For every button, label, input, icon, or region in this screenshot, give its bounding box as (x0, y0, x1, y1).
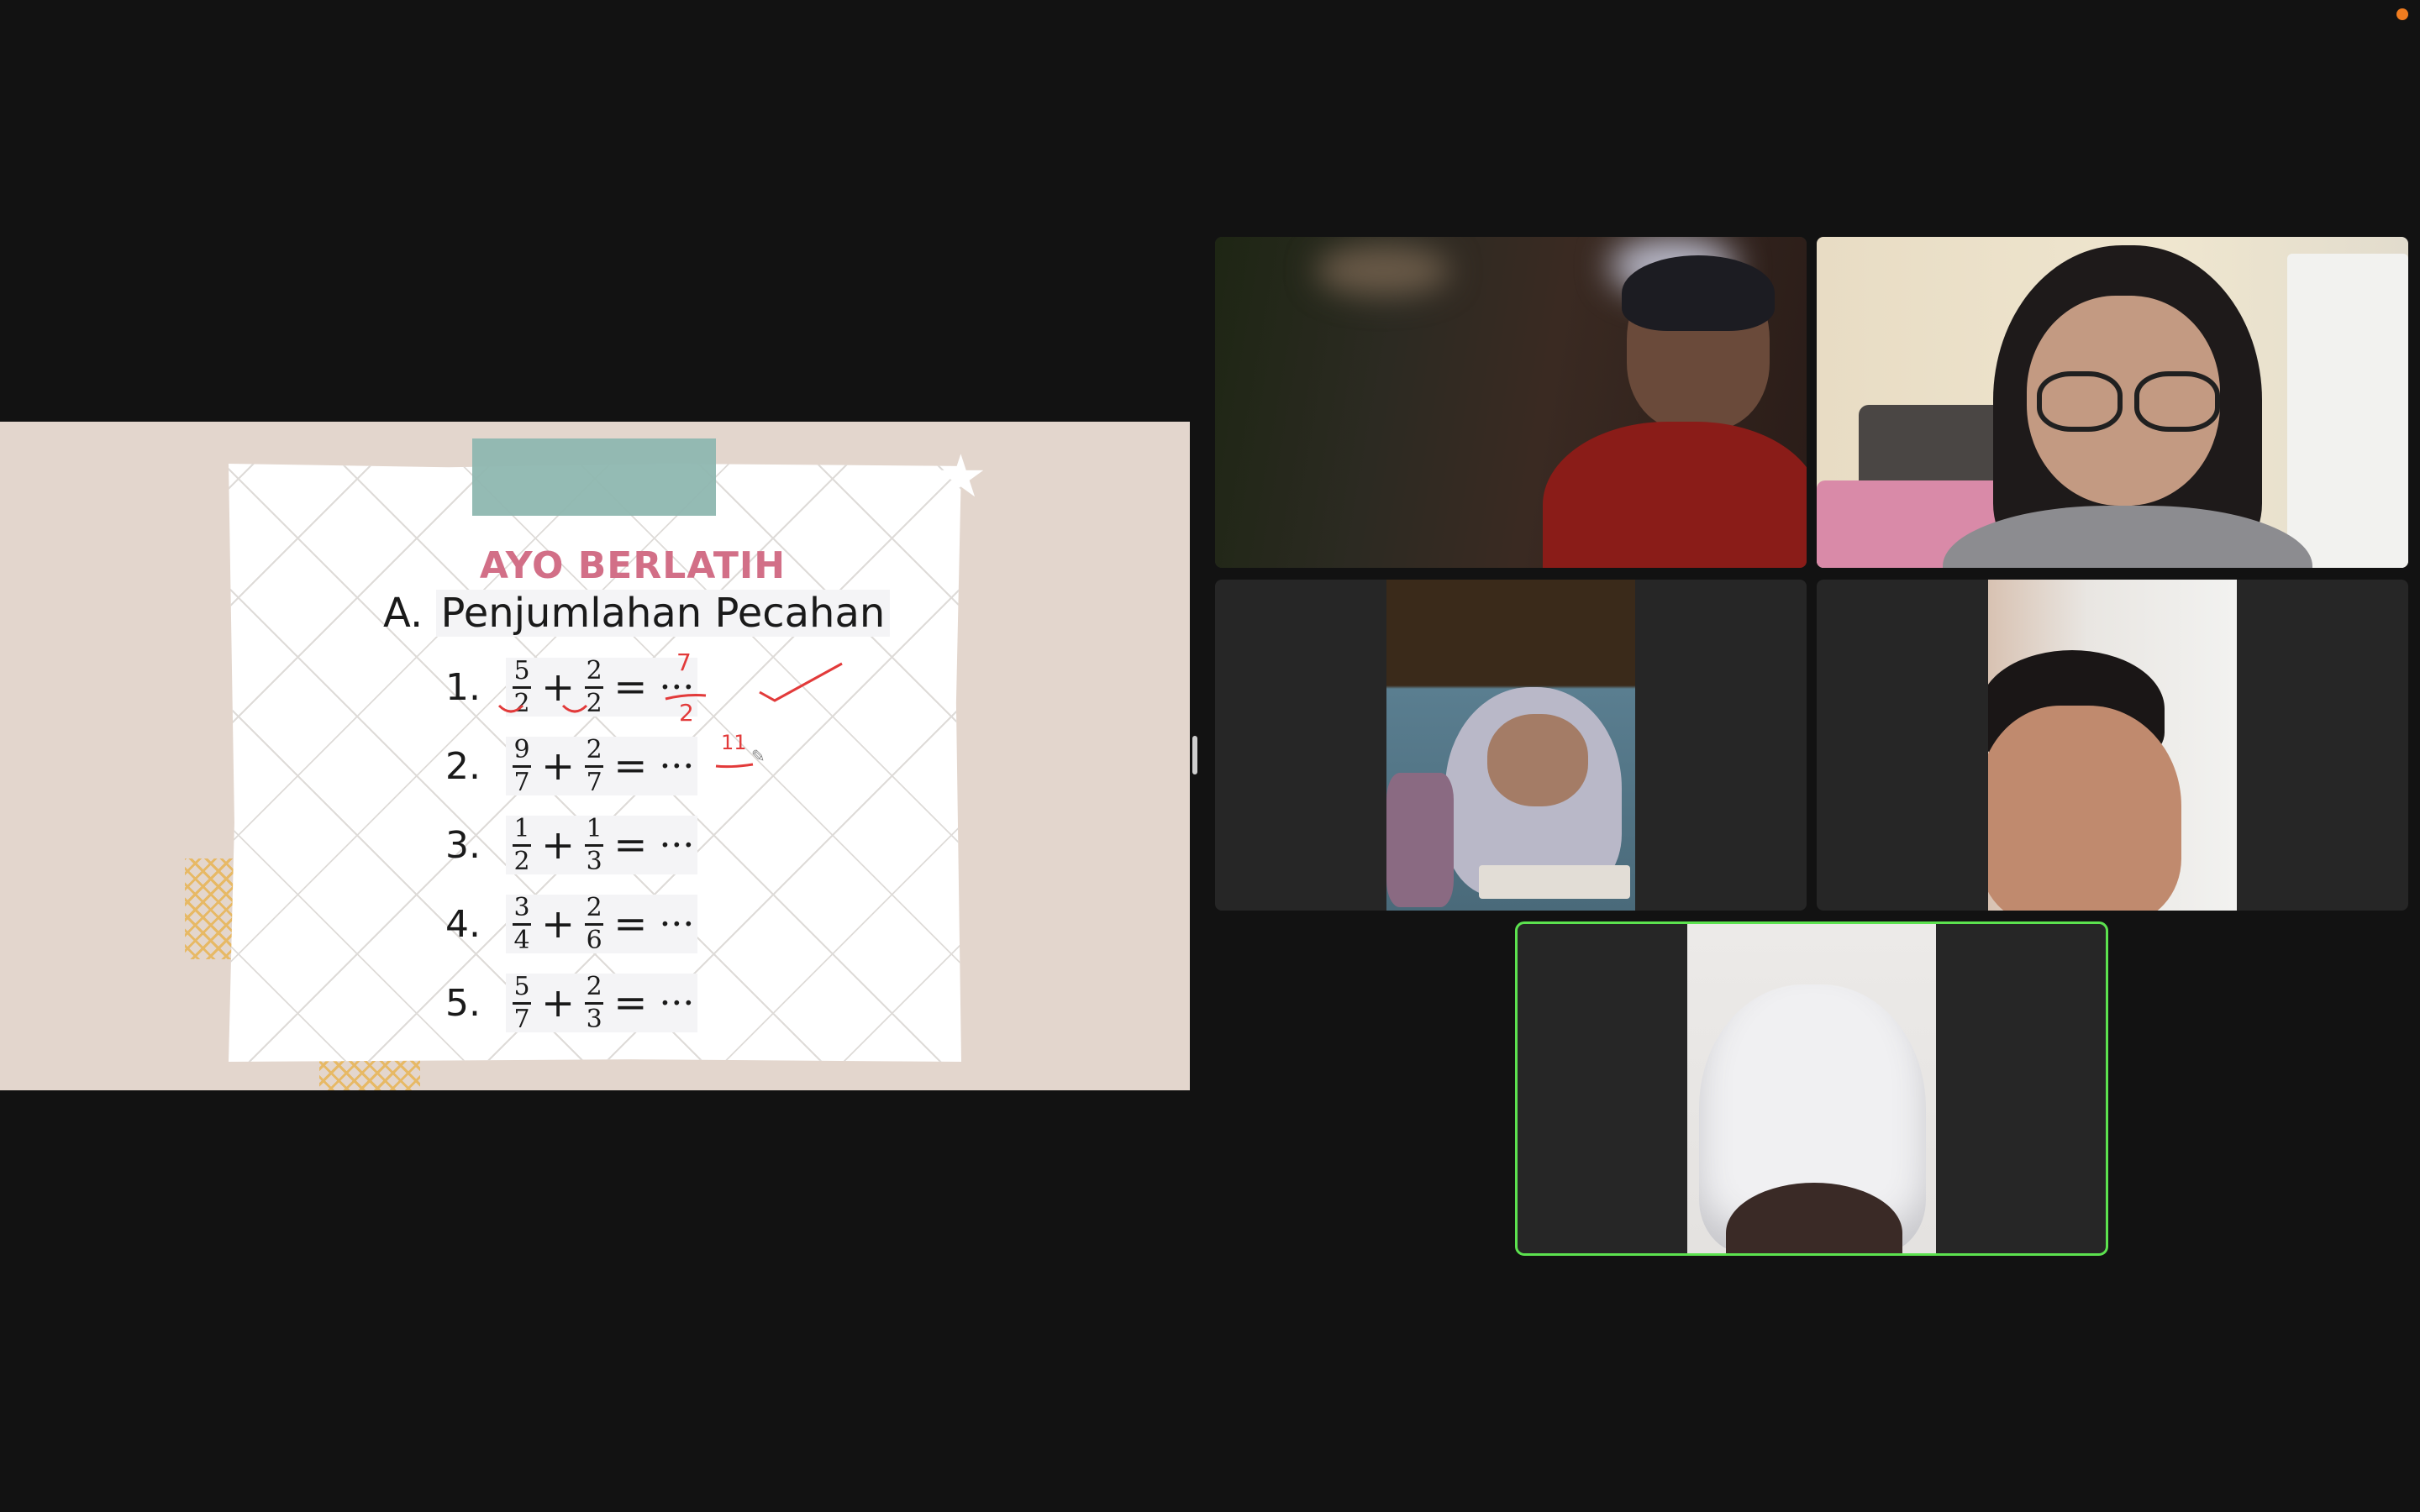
annotation-answer-2: 11 (721, 731, 747, 754)
person-face (1487, 714, 1588, 806)
notebook (1479, 865, 1630, 899)
glasses-icon (2037, 371, 2123, 432)
blanket (1386, 773, 1454, 907)
annotation-underline (561, 704, 588, 713)
video-feed (1988, 580, 2237, 911)
pen-cursor-icon: ✎ (751, 746, 765, 766)
person-face (1988, 706, 2181, 911)
participant-video-tile[interactable] (1817, 237, 2408, 568)
video-feed (1386, 580, 1635, 911)
person-shirt (1543, 422, 1807, 568)
video-feed (1215, 237, 1807, 568)
video-feed (1687, 924, 1936, 1253)
annotation-answer-denominator: 2 (679, 699, 694, 727)
background-light (1316, 245, 1450, 296)
annotation-underline (497, 704, 524, 713)
annotation-answer-numerator: 7 (676, 648, 692, 676)
recording-indicator (2396, 8, 2408, 20)
person-hair (1622, 255, 1775, 331)
glasses-icon (2134, 371, 2220, 432)
participant-video-tile[interactable] (1215, 237, 1807, 568)
video-feed (1817, 237, 2408, 568)
annotation-layer (497, 662, 843, 769)
checkmark-icon (759, 662, 843, 702)
participant-video-tile-active-speaker[interactable] (1515, 921, 2108, 1256)
split-view-divider-handle[interactable] (1192, 736, 1197, 774)
participant-video-tile[interactable] (1817, 580, 2408, 911)
participant-video-tile[interactable] (1215, 580, 1807, 911)
wardrobe (2287, 254, 2408, 568)
shared-screen[interactable]: ★ AYO BERLATIH !!!!! A. Penjumlahan Peca… (0, 422, 1190, 1090)
annotation-underline (715, 763, 754, 769)
